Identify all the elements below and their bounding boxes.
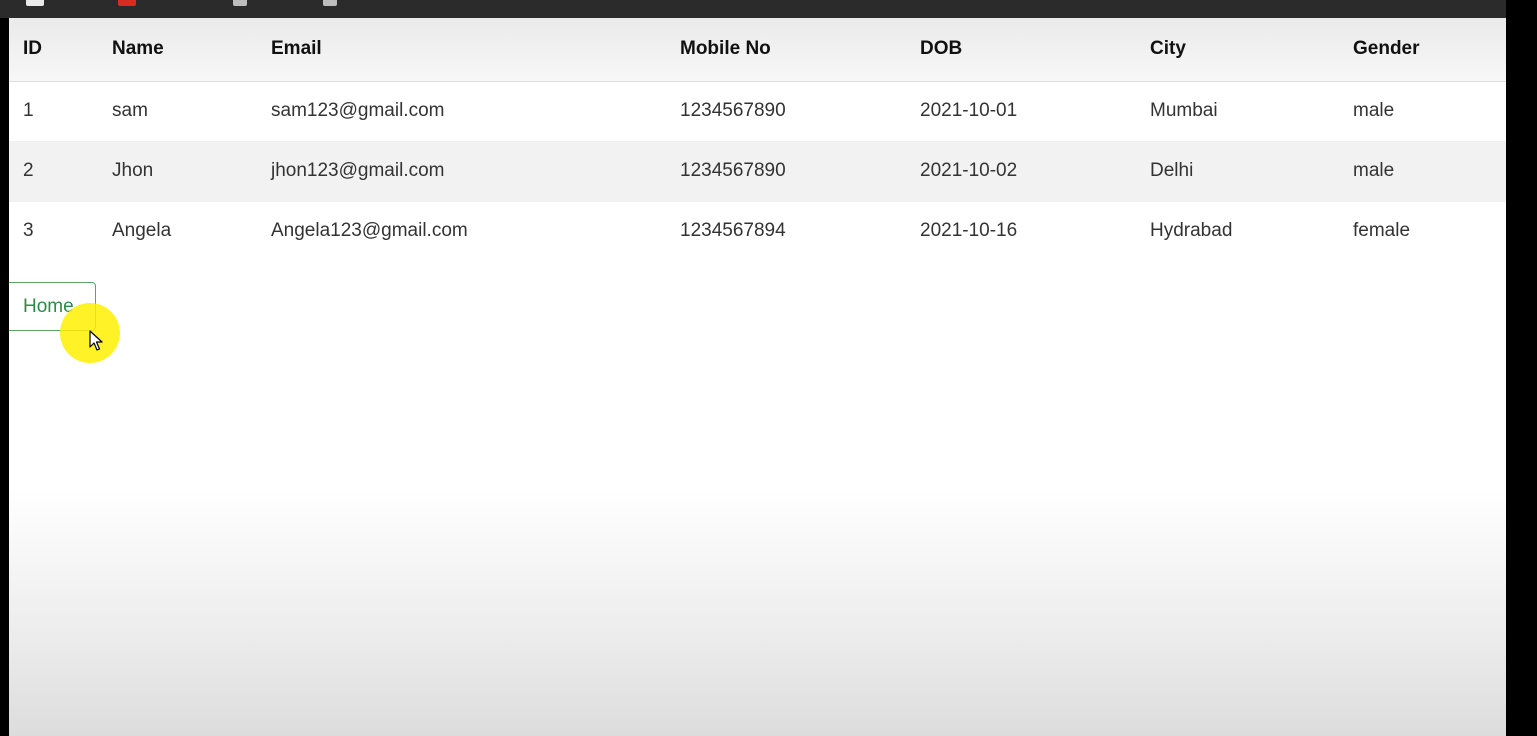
bookmark-icon[interactable] — [118, 0, 136, 6]
window-edge — [1506, 0, 1537, 736]
cell-city: Mumbai — [1136, 81, 1339, 142]
cell-id: 3 — [23, 220, 34, 242]
column-header-name: Name — [98, 18, 257, 82]
cell-city: Delhi — [1136, 141, 1339, 202]
table-row: 2 Jhon jhon123@gmail.com 1234567890 2021… — [9, 141, 1506, 202]
cell-gender: male — [1339, 81, 1506, 142]
cell-name: Jhon — [98, 141, 257, 202]
table-row: 3 Angela Angela123@gmail.com 1234567894 … — [9, 201, 1506, 261]
cell-id: 2 — [9, 141, 98, 202]
column-header-gender: Gender — [1339, 18, 1506, 82]
cell-mobile: 1234567890 — [666, 81, 906, 142]
cell-email: Angela123@gmail.com — [271, 220, 468, 242]
column-header-id: ID — [9, 18, 98, 82]
cell-email: sam123@gmail.com — [257, 81, 666, 142]
cell-name: Angela — [112, 220, 172, 242]
column-header-email: Email — [257, 18, 666, 82]
cell-city: Hydrabad — [1150, 220, 1233, 242]
browser-bookmarks-bar — [0, 0, 1506, 18]
column-header-city: City — [1136, 18, 1339, 82]
table-header-row: ID Name Email Mobile No DOB City Gender — [9, 18, 1506, 82]
cell-name: sam — [98, 81, 257, 142]
cell-dob: 2021-10-01 — [906, 81, 1136, 142]
cell-gender: female — [1353, 220, 1411, 242]
cell-dob: 2021-10-02 — [906, 141, 1136, 202]
cell-id: 1 — [9, 81, 98, 142]
home-button[interactable]: Home — [9, 282, 96, 331]
cell-gender: male — [1339, 141, 1506, 202]
bookmark-icon[interactable] — [323, 0, 337, 6]
column-header-dob: DOB — [906, 18, 1136, 82]
bookmark-icon[interactable] — [26, 0, 44, 6]
column-header-mobile: Mobile No — [666, 18, 906, 82]
cell-mobile: 1234567890 — [666, 141, 906, 202]
table-row: 1 sam sam123@gmail.com 1234567890 2021-1… — [9, 81, 1506, 142]
bookmark-icon[interactable] — [233, 0, 247, 6]
cell-email: jhon123@gmail.com — [257, 141, 666, 202]
cell-dob: 2021-10-16 — [920, 220, 1018, 242]
users-table: ID Name Email Mobile No DOB City Gender … — [9, 18, 1506, 261]
cell-mobile: 1234567894 — [680, 220, 786, 242]
cursor-arrow-icon — [89, 330, 103, 351]
page-viewport: ID Name Email Mobile No DOB City Gender … — [9, 18, 1506, 736]
